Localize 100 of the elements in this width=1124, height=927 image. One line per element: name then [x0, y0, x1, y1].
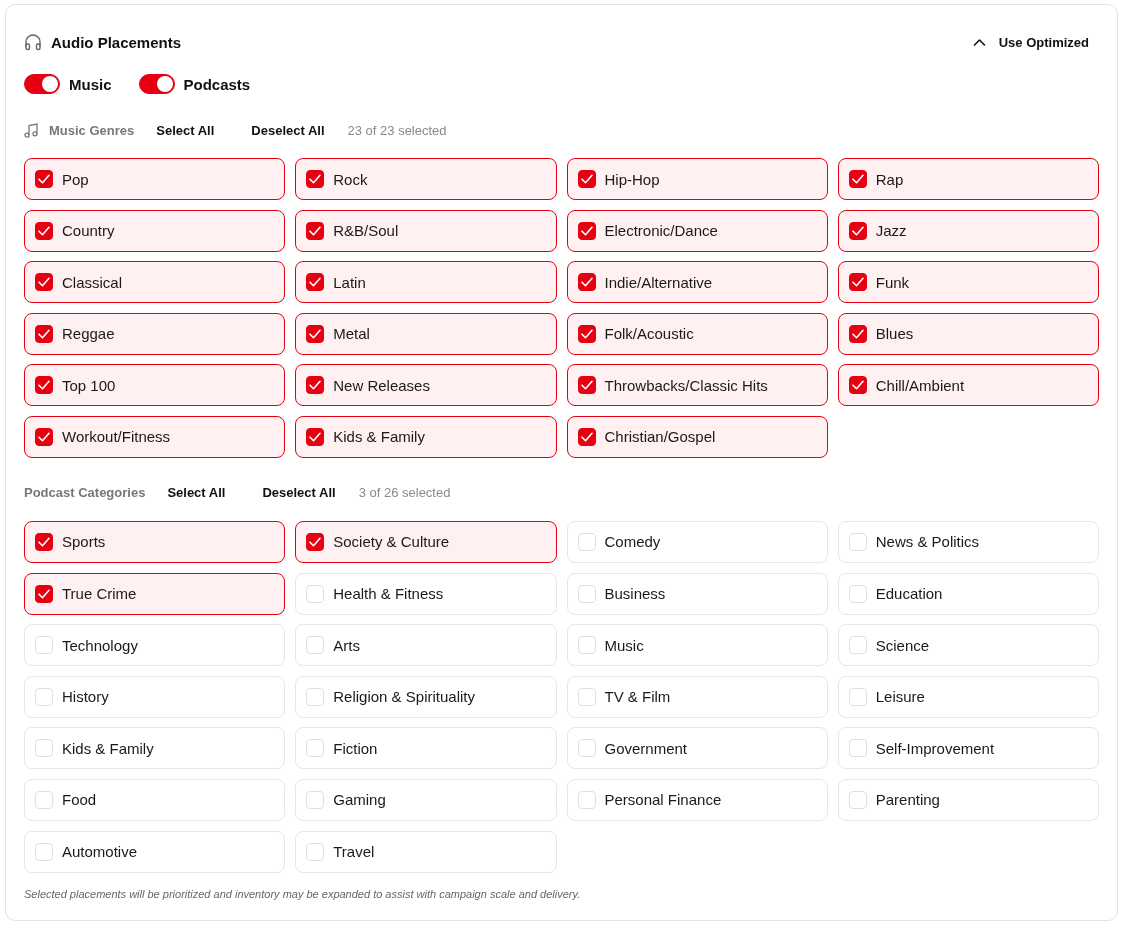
selected-count: 3 of 26 selected: [358, 485, 451, 501]
option-tile[interactable]: Blues: [837, 312, 1099, 355]
checkbox[interactable]: [306, 170, 325, 188]
option-tile[interactable]: Workout/Fitness: [24, 415, 286, 458]
section-title: Podcast Categories: [24, 485, 146, 501]
tick-icon: [851, 277, 864, 288]
checkbox[interactable]: [306, 376, 325, 395]
footnote-text: Selected placements will be prioritized and inventory may be expanded to assist with campaign scale and delivery.: [24, 887, 582, 900]
checkbox[interactable]: [306, 532, 325, 551]
option-tile[interactable]: Health & Fitness: [295, 572, 557, 615]
checkbox[interactable]: [848, 324, 867, 343]
checkbox[interactable]: [848, 376, 867, 395]
checkbox[interactable]: [577, 273, 596, 292]
option-tile[interactable]: Government: [566, 727, 828, 770]
checkbox[interactable]: [848, 170, 867, 188]
option-tile[interactable]: Throwbacks/Classic Hits: [566, 364, 828, 407]
option-tile[interactable]: Latin: [295, 261, 557, 304]
checkbox[interactable]: [35, 532, 53, 551]
option-tile[interactable]: Electronic/Dance: [566, 209, 828, 252]
option-tile[interactable]: Indie/Alternative: [566, 261, 828, 304]
option-tile[interactable]: Rap: [837, 158, 1099, 200]
tick-icon: [851, 174, 864, 184]
option-tile[interactable]: Business: [566, 572, 828, 615]
option-tile[interactable]: Reggae: [24, 312, 286, 355]
option-tile[interactable]: True Crime: [24, 572, 286, 615]
select-all-button[interactable]: Select All: [167, 485, 226, 501]
option-tile[interactable]: Top 100: [24, 364, 286, 407]
use-optimized-button[interactable]: Use Optimized: [962, 30, 1099, 54]
option-tile[interactable]: Food: [24, 778, 286, 821]
option-tile[interactable]: Music: [566, 624, 828, 667]
tick-icon: [309, 174, 322, 184]
tick-icon: [580, 431, 593, 442]
checkbox[interactable]: [848, 221, 867, 240]
option-tile[interactable]: Sports: [24, 520, 286, 563]
section-title: Music Genres: [49, 122, 135, 138]
tick-icon: [38, 588, 50, 599]
checkbox[interactable]: [35, 376, 53, 395]
option-tile[interactable]: Chill/Ambient: [837, 364, 1099, 407]
checkbox[interactable]: [577, 170, 596, 188]
checkbox[interactable]: [577, 427, 596, 446]
tick-icon: [38, 380, 50, 391]
option-tile[interactable]: Education: [837, 572, 1099, 615]
option-tile[interactable]: Jazz: [837, 209, 1099, 252]
option-tile[interactable]: Classical: [24, 261, 286, 304]
deselect-all-button[interactable]: Deselect All: [251, 122, 325, 138]
option-tile[interactable]: Kids & Family: [24, 727, 286, 770]
option-tile[interactable]: Personal Finance: [566, 778, 828, 821]
option-tile[interactable]: Leisure: [837, 675, 1099, 718]
option-tile[interactable]: Society & Culture: [295, 520, 557, 563]
option-tile[interactable]: Self-Improvement: [837, 727, 1099, 770]
checkbox[interactable]: [577, 324, 596, 343]
option-tile[interactable]: Rock: [295, 158, 557, 200]
checkbox[interactable]: [35, 170, 53, 188]
option-tile[interactable]: Technology: [24, 624, 286, 667]
deselect-all-button[interactable]: Deselect All: [262, 485, 336, 501]
option-tile[interactable]: Metal: [295, 312, 557, 355]
option-tile[interactable]: Comedy: [566, 520, 828, 563]
option-tile[interactable]: Gaming: [295, 778, 557, 821]
checkbox[interactable]: [35, 584, 53, 603]
checkbox[interactable]: [35, 273, 53, 292]
checkbox[interactable]: [848, 273, 867, 292]
option-tile[interactable]: Country: [24, 209, 286, 252]
checkbox[interactable]: [35, 427, 53, 446]
option-tile[interactable]: Automotive: [24, 830, 286, 873]
toggle-switch[interactable]: [24, 74, 60, 94]
checkbox[interactable]: [306, 427, 325, 446]
option-tile[interactable]: TV & Film: [566, 675, 828, 718]
option-tile[interactable]: Funk: [837, 261, 1099, 304]
option-tile[interactable]: Pop: [24, 158, 286, 200]
option-tile[interactable]: Kids & Family: [295, 415, 557, 458]
option-tile[interactable]: Fiction: [295, 727, 557, 770]
toggle-label: Music: [69, 75, 112, 93]
tick-icon: [851, 380, 864, 391]
option-tile[interactable]: History: [24, 675, 286, 718]
option-tile[interactable]: Christian/Gospel: [566, 415, 828, 458]
checkbox[interactable]: [306, 221, 325, 240]
checkbox[interactable]: [577, 376, 596, 395]
option-tile[interactable]: New Releases: [295, 364, 557, 407]
tick-icon: [38, 277, 50, 288]
panel-title: Audio Placements: [51, 33, 182, 51]
option-tile[interactable]: Science: [837, 624, 1099, 667]
tick-icon: [580, 277, 593, 288]
tick-icon: [38, 225, 50, 236]
checkbox[interactable]: [35, 221, 53, 240]
option-tile[interactable]: Travel: [295, 830, 557, 873]
option-tile[interactable]: Folk/Acoustic: [566, 312, 828, 355]
toggle-switch[interactable]: [138, 74, 175, 94]
option-tile[interactable]: R&B/Soul: [295, 209, 557, 252]
option-tile[interactable]: Hip-Hop: [566, 158, 828, 200]
checkbox[interactable]: [35, 324, 53, 343]
option-tile[interactable]: Parenting: [837, 778, 1099, 821]
option-tile[interactable]: Arts: [295, 624, 557, 667]
option-tile[interactable]: News & Politics: [837, 520, 1099, 563]
select-all-button[interactable]: Select All: [156, 122, 215, 138]
checkbox[interactable]: [577, 221, 596, 240]
option-tile[interactable]: Religion & Spirituality: [295, 675, 557, 718]
toggle-label: Podcasts: [183, 75, 251, 93]
music-note-icon: [24, 122, 38, 138]
checkbox[interactable]: [306, 273, 325, 292]
checkbox[interactable]: [306, 324, 325, 343]
